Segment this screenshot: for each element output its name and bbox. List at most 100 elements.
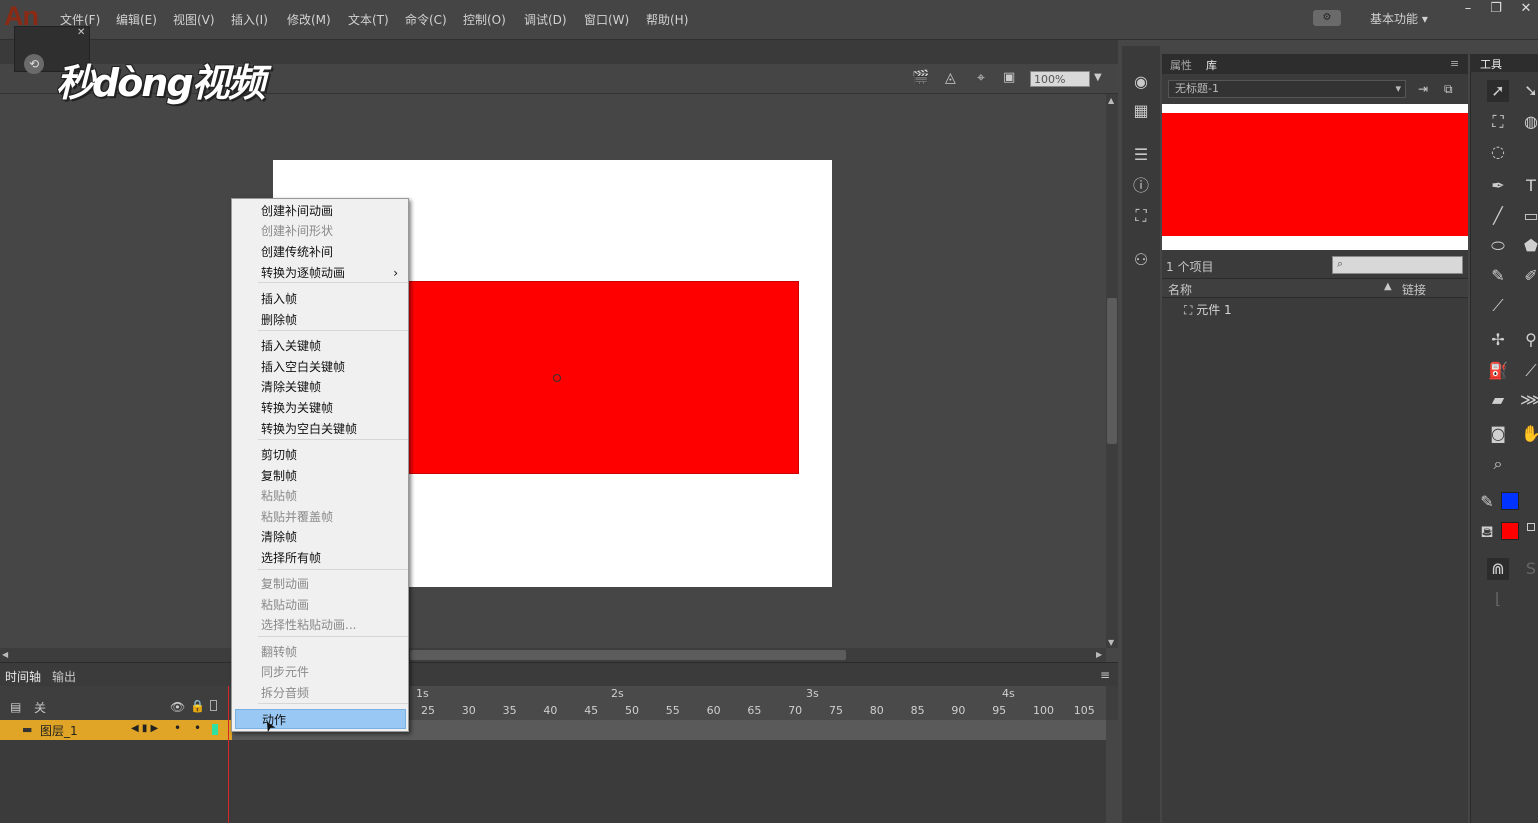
vertical-scroll-thumb[interactable]	[1107, 298, 1117, 444]
brush-tool-icon[interactable]: ⟋	[1487, 295, 1509, 317]
library-document-select[interactable]: 无标题-1 ▾	[1168, 80, 1406, 98]
clip-stage-icon[interactable]: ▣	[1003, 70, 1015, 85]
text-tool-icon[interactable]: T	[1520, 175, 1538, 197]
hand-tool-icon[interactable]: ✋	[1520, 423, 1538, 445]
context-menu-item[interactable]: 创建传统补间	[232, 242, 408, 262]
pencil-tool-icon[interactable]: ✎	[1487, 265, 1509, 287]
tab-properties[interactable]: 属性	[1170, 57, 1192, 73]
tab-timeline[interactable]: 时间轴	[5, 668, 41, 685]
scroll-right-icon[interactable]: ▶	[1096, 650, 1102, 659]
playhead[interactable]	[228, 686, 229, 823]
back-icon[interactable]: ⟲	[24, 54, 44, 74]
lasso-tool-icon[interactable]: ◌	[1487, 141, 1509, 163]
default-colors-icon[interactable]	[1527, 523, 1535, 531]
swatches-icon[interactable]: ▦	[1131, 101, 1151, 121]
context-menu-item[interactable]: 删除帧	[232, 310, 408, 330]
components-icon[interactable]: ⚇	[1131, 250, 1151, 270]
sync-settings-icon[interactable]: ⚙	[1313, 10, 1341, 26]
zoom-tool-icon[interactable]: ⌕	[1487, 453, 1509, 475]
menu-help[interactable]: 帮助(H)	[646, 11, 688, 28]
new-library-icon[interactable]: ⧉	[1444, 82, 1453, 97]
fill-color-swatch[interactable]	[1501, 522, 1519, 540]
close-icon[interactable]: ✕	[1516, 2, 1536, 16]
rectangle-tool-icon[interactable]: ▭	[1520, 205, 1538, 227]
polystar-tool-icon[interactable]: ⬟	[1520, 235, 1538, 257]
column-name[interactable]: 名称	[1168, 281, 1192, 298]
smooth-icon[interactable]: S	[1520, 558, 1538, 580]
panel-close-icon[interactable]: ✕	[77, 27, 85, 38]
context-menu-item[interactable]: 创建补间动画	[232, 201, 408, 221]
oval-tool-icon[interactable]: ⬭	[1487, 235, 1509, 257]
layer-row[interactable]: ▬ 图层_1 ◀ ▮ ▶ • •	[0, 720, 232, 740]
menu-debug[interactable]: 调试(D)	[524, 11, 567, 28]
horizontal-scroll-thumb[interactable]	[410, 650, 846, 660]
context-menu-item[interactable]: 插入帧	[232, 289, 408, 309]
line-tool-icon[interactable]: ╱	[1487, 205, 1509, 227]
tab-output[interactable]: 输出	[52, 668, 76, 685]
scroll-up-icon[interactable]: ▲	[1108, 96, 1114, 105]
red-rectangle-shape[interactable]	[408, 281, 799, 474]
width-tool-icon[interactable]: ⋙	[1520, 389, 1538, 411]
info-icon[interactable]: ⓘ	[1131, 176, 1151, 196]
zoom-dropdown-icon[interactable]: ▼	[1094, 72, 1102, 83]
zoom-field[interactable]: 100%	[1030, 71, 1090, 87]
visibility-dot[interactable]: •	[174, 721, 181, 735]
edit-scene-icon[interactable]: 🎬	[912, 70, 929, 86]
context-menu-item[interactable]: 转换为逐帧动画 ›	[232, 263, 408, 283]
library-search-input[interactable]: ⌕	[1332, 256, 1463, 274]
menu-window[interactable]: 窗口(W)	[584, 11, 629, 28]
transform-icon[interactable]: ⛶	[1131, 206, 1151, 226]
menu-modify[interactable]: 修改(M)	[287, 11, 331, 28]
3d-rotation-tool-icon[interactable]: ◍	[1520, 111, 1538, 133]
keyframe-nav-icon[interactable]: ◀ ▮ ▶	[131, 723, 158, 734]
context-menu-item[interactable]: 插入关键帧	[232, 336, 408, 356]
library-menu-icon[interactable]: ≡	[1450, 57, 1459, 70]
sort-up-icon[interactable]: ▲	[1384, 281, 1392, 292]
context-menu-item[interactable]: 清除关键帧	[232, 377, 408, 397]
menu-view[interactable]: 视图(V)	[173, 11, 215, 28]
selection-tool-icon[interactable]: ➚	[1487, 80, 1509, 102]
restore-icon[interactable]: ❐	[1486, 2, 1506, 16]
menu-control[interactable]: 控制(O)	[463, 11, 506, 28]
context-menu-item[interactable]: 选择所有帧	[232, 548, 408, 568]
menu-edit[interactable]: 编辑(E)	[116, 11, 157, 28]
align-icon[interactable]: ☰	[1131, 145, 1151, 165]
pen-tool-icon[interactable]: ✒	[1487, 175, 1509, 197]
eraser-tool-icon[interactable]: ▰	[1487, 389, 1509, 411]
scroll-left-icon[interactable]: ◀	[2, 650, 8, 659]
tab-library[interactable]: 库	[1206, 57, 1217, 73]
edit-symbol-icon[interactable]: ◬	[945, 70, 956, 86]
lock-icon[interactable]: 🔒	[190, 699, 205, 713]
lock-dot[interactable]: •	[194, 721, 201, 735]
context-menu-item[interactable]: 插入空白关键帧	[232, 357, 408, 377]
straighten-icon[interactable]: ⌊	[1487, 588, 1509, 610]
eyedropper-tool-icon[interactable]: ⟋	[1520, 360, 1538, 382]
minimize-icon[interactable]: –	[1458, 2, 1478, 16]
workspace-switcher[interactable]: 基本功能 ▾	[1370, 10, 1428, 27]
bind-tool-icon[interactable]: ⚲	[1520, 329, 1538, 351]
bone-tool-icon[interactable]: ✢	[1487, 329, 1509, 351]
scroll-down-icon[interactable]: ▼	[1108, 638, 1114, 647]
context-menu-item[interactable]: 复制帧	[232, 466, 408, 486]
paint-brush-tool-icon[interactable]: ✐	[1520, 265, 1538, 287]
center-stage-icon[interactable]: ⌖	[977, 70, 985, 86]
context-menu-item[interactable]: 转换为空白关键帧	[232, 419, 408, 439]
context-menu-item[interactable]: 转换为关键帧	[232, 398, 408, 418]
camera-tool-icon[interactable]: ◙	[1487, 423, 1509, 445]
menu-text[interactable]: 文本(T)	[348, 11, 389, 28]
outline-icon[interactable]	[210, 700, 217, 711]
paint-bucket-tool-icon[interactable]: ⛽	[1487, 360, 1509, 382]
context-menu-item[interactable]: 清除帧	[232, 527, 408, 547]
motion-presets-icon[interactable]: ◉	[1131, 72, 1151, 92]
column-linkage[interactable]: 链接	[1402, 281, 1426, 298]
layer-color-swatch[interactable]	[212, 724, 218, 735]
show-hide-eye-icon[interactable]: 👁	[170, 700, 185, 714]
snap-to-objects-icon[interactable]: ⋒	[1487, 558, 1509, 580]
context-menu-item[interactable]: 剪切帧	[232, 445, 408, 465]
stroke-color-swatch[interactable]	[1501, 492, 1519, 510]
library-item[interactable]: ⛶ 元件 1	[1184, 301, 1232, 318]
pin-library-icon[interactable]: ⇥	[1418, 82, 1428, 96]
free-transform-tool-icon[interactable]: ⛶	[1487, 111, 1509, 133]
panel-menu-icon[interactable]: ≡	[1100, 668, 1110, 682]
menu-insert[interactable]: 插入(I)	[231, 11, 268, 28]
